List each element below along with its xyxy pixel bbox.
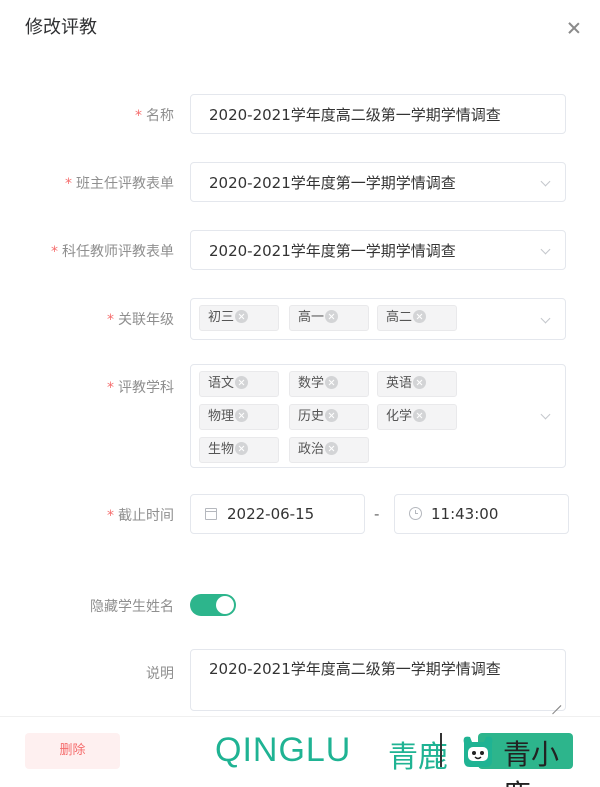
- name-label: * 名称: [135, 108, 174, 124]
- deadline-label: * 截止时间: [107, 508, 174, 524]
- chevron-down-icon: [540, 176, 551, 187]
- head-teacher-form-select[interactable]: 2020-2021学年度第一学期学情调查: [190, 162, 566, 202]
- tag-close-icon[interactable]: [413, 409, 427, 422]
- watermark: QINGLU 青鹿 青小鹿: [215, 727, 585, 787]
- grades-multiselect[interactable]: 初三 高一 高二: [190, 298, 566, 340]
- deadline-time-picker[interactable]: 11:43:00: [394, 494, 569, 534]
- close-icon[interactable]: [566, 20, 582, 36]
- tag-close-icon[interactable]: [235, 310, 249, 323]
- subject-teacher-form-value: 2020-2021学年度第一学期学情调查: [209, 242, 456, 260]
- deadline-time-value: 11:43:00: [431, 505, 499, 523]
- deadline-date-value: 2022-06-15: [227, 505, 315, 523]
- watermark-product-cn: 青小鹿: [503, 739, 560, 787]
- subject-tag: 物理: [199, 404, 279, 430]
- switch-knob: [216, 596, 234, 614]
- subject-tag: 化学: [377, 404, 457, 430]
- grade-tag: 高二: [377, 305, 457, 331]
- tag-close-icon[interactable]: [413, 310, 427, 323]
- subject-tag: 语文: [199, 371, 279, 397]
- grade-tag: 初三: [199, 305, 279, 331]
- subject-tag: 历史: [289, 404, 369, 430]
- subjects-multiselect[interactable]: 语文 数学 英语 物理 历史 化学 生物 政治: [190, 364, 566, 468]
- description-textarea[interactable]: 2020-2021学年度高二级第一学期学情调查: [190, 649, 566, 711]
- calendar-icon: [205, 508, 217, 520]
- delete-button[interactable]: 删除: [25, 733, 120, 769]
- range-separator: -: [374, 505, 380, 523]
- subject-tag: 政治: [289, 437, 369, 463]
- dialog-title: 修改评教: [25, 17, 97, 38]
- tag-close-icon[interactable]: [235, 409, 249, 422]
- clock-icon: [409, 507, 422, 520]
- deadline-date-picker[interactable]: 2022-06-15: [190, 494, 365, 534]
- chevron-down-icon: [540, 409, 551, 420]
- required-mark: *: [51, 244, 58, 260]
- tag-close-icon[interactable]: [413, 376, 427, 389]
- required-mark: *: [107, 380, 114, 396]
- tag-close-icon[interactable]: [325, 409, 339, 422]
- tag-close-icon[interactable]: [235, 376, 249, 389]
- deer-logo-icon: [463, 736, 493, 767]
- name-input[interactable]: 2020-2021学年度高二级第一学期学情调查: [190, 94, 566, 134]
- subject-teacher-form-select[interactable]: 2020-2021学年度第一学期学情调查: [190, 230, 566, 270]
- tag-close-icon[interactable]: [325, 376, 339, 389]
- watermark-brand-en: QINGLU: [215, 731, 352, 769]
- hide-name-switch[interactable]: [190, 594, 236, 616]
- edit-evaluation-dialog: 修改评教 * 名称 2020-2021学年度高二级第一学期学情调查 * 班主任评教表…: [0, 0, 600, 787]
- tag-close-icon[interactable]: [325, 442, 339, 455]
- hide-name-label: 隐藏学生姓名: [90, 599, 174, 615]
- subject-tag: 数学: [289, 371, 369, 397]
- required-mark: *: [107, 508, 114, 524]
- description-value: 2020-2021学年度高二级第一学期学情调查: [209, 660, 501, 678]
- grades-label: * 关联年级: [107, 312, 174, 328]
- grade-tag: 高一: [289, 305, 369, 331]
- required-mark: *: [107, 312, 114, 328]
- required-mark: *: [65, 176, 72, 192]
- chevron-down-icon: [540, 244, 551, 255]
- tag-close-icon[interactable]: [235, 442, 249, 455]
- name-input-value: 2020-2021学年度高二级第一学期学情调查: [209, 106, 501, 124]
- required-mark: *: [135, 108, 142, 124]
- subject-tag: 生物: [199, 437, 279, 463]
- subjects-label: * 评教学科: [107, 380, 174, 396]
- watermark-divider: [440, 733, 442, 767]
- head-teacher-form-label: * 班主任评教表单: [65, 176, 174, 192]
- chevron-down-icon: [540, 313, 551, 324]
- subject-teacher-form-label: * 科任教师评教表单: [51, 244, 174, 260]
- subject-tag: 英语: [377, 371, 457, 397]
- tag-close-icon[interactable]: [325, 310, 339, 323]
- watermark-brand-cn: 青鹿: [388, 741, 448, 774]
- resize-handle-icon[interactable]: [551, 696, 561, 706]
- description-label: 说明: [146, 666, 174, 682]
- head-teacher-form-value: 2020-2021学年度第一学期学情调查: [209, 174, 456, 192]
